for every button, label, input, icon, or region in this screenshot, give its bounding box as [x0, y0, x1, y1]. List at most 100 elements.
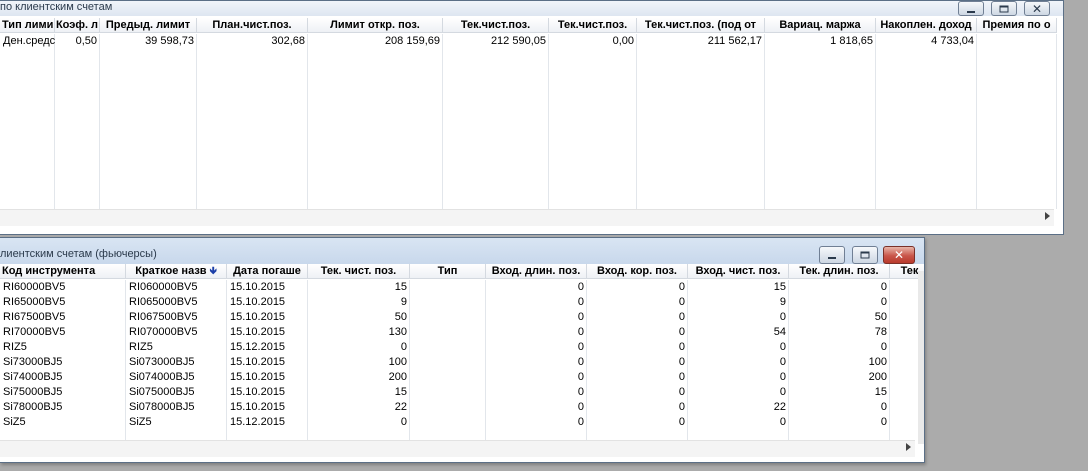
horizontal-scrollbar[interactable] — [0, 209, 1054, 226]
table-cell: 100 — [868, 356, 887, 368]
win1-column-header[interactable]: Премия по о — [977, 18, 1057, 33]
win2-column-header[interactable]: Краткое назв 🡻 — [126, 264, 227, 279]
table-cell: SiZ5 — [3, 416, 26, 428]
table-cell: Si75000BJ5 — [3, 386, 63, 398]
win1-column-header[interactable]: План.чист.поз. — [197, 18, 308, 33]
table-cell: 0 — [678, 416, 685, 428]
maximize-button[interactable] — [991, 1, 1017, 16]
close-icon: ✕ — [893, 248, 905, 262]
column-header-label: Вход. кор. поз. — [597, 265, 677, 277]
win2-column-header[interactable]: Тек. чист. поз. — [308, 264, 410, 279]
table-cell: 0 — [880, 281, 887, 293]
close-button[interactable]: ✕ — [883, 246, 915, 264]
table-cell — [410, 400, 486, 415]
column-divider — [636, 34, 637, 209]
table-cell: 0 — [577, 386, 584, 398]
table-cell: 9 — [400, 296, 407, 308]
account-limits-titlebar[interactable]: по клиентским счетам ✕ — [0, 1, 1063, 16]
minimize-icon — [967, 10, 975, 13]
win2-column-header[interactable]: Тек. длин. поз. — [789, 264, 890, 279]
table-cell: 50 — [394, 311, 407, 323]
win2-column-header[interactable]: Тип — [410, 264, 486, 279]
horizontal-scrollbar[interactable] — [0, 440, 915, 457]
table-cell: 15.10.2015 — [230, 311, 286, 323]
table-cell — [410, 415, 486, 430]
win2-column-header[interactable]: Код инструмента — [0, 264, 126, 279]
win1-column-header[interactable]: Лимит откр. поз. — [308, 18, 443, 33]
column-header-label: Вариац. маржа — [779, 19, 861, 31]
table-cell: 15 — [394, 281, 407, 293]
table-cell — [410, 325, 486, 340]
table-cell: 54 — [773, 326, 786, 338]
scroll-right-icon[interactable] — [906, 443, 911, 451]
column-header-label: Лимит откр. поз. — [330, 19, 420, 31]
win2-column-header[interactable]: Вход. длин. поз. — [486, 264, 587, 279]
table-cell: 9 — [779, 296, 786, 308]
win2-column-header[interactable]: Дата погаше — [227, 264, 308, 279]
win1-column-header[interactable]: Тек.чист.поз. — [549, 18, 637, 33]
table-cell: RIZ5 — [3, 341, 27, 353]
win1-column-header[interactable]: Накоплен. доход — [876, 18, 977, 33]
win1-column-header[interactable]: Тип лими — [0, 18, 55, 33]
column-header-label: Тек.чист.поз. — [557, 19, 628, 31]
table-cell — [410, 280, 486, 295]
column-header-label: План.чист.поз. — [212, 19, 292, 31]
table-cell: 15.10.2015 — [230, 356, 286, 368]
table-cell: Si78000BJ5 — [3, 401, 63, 413]
win1-column-header[interactable]: Предыд. лимит — [100, 18, 197, 33]
table-cell: 0 — [678, 401, 685, 413]
table-cell — [410, 340, 486, 355]
table-cell: 0 — [880, 296, 887, 308]
close-button[interactable]: ✕ — [1024, 1, 1050, 16]
table-cell: 0 — [400, 341, 407, 353]
table-cell: 208 159,69 — [384, 35, 440, 47]
scroll-right-icon[interactable] — [1045, 212, 1050, 220]
column-header-label: Тип — [437, 265, 458, 277]
column-divider — [54, 34, 55, 209]
table-cell: 211 562,17 — [707, 35, 762, 47]
column-header-label: Предыд. лимит — [105, 19, 191, 31]
table-cell: 0 — [880, 416, 887, 428]
table-cell: 0 — [577, 341, 584, 353]
minimize-button[interactable] — [819, 246, 845, 264]
win2-column-header[interactable]: Вход. кор. поз. — [587, 264, 688, 279]
table-cell: 22 — [394, 401, 407, 413]
win1-column-header[interactable]: Тек.чист.поз. — [443, 18, 549, 33]
table-cell: RI70000BV5 — [3, 326, 66, 338]
table-cell: 15.10.2015 — [230, 296, 286, 308]
table-cell — [410, 295, 486, 310]
column-header-label: Тек.чист.поз. — [460, 19, 531, 31]
table-cell: 0 — [577, 326, 584, 338]
table-cell: Ден.средст — [3, 35, 55, 47]
maximize-button[interactable] — [852, 246, 878, 264]
vertical-scrollbar[interactable] — [918, 271, 924, 444]
column-divider — [99, 34, 100, 209]
account-limits-window: по клиентским счетам ✕ Тип лими Коэф. л Пр… — [0, 0, 1064, 235]
column-divider — [442, 34, 443, 209]
table-cell: 15.10.2015 — [230, 371, 286, 383]
table-cell — [410, 385, 486, 400]
column-divider — [307, 34, 308, 209]
win2-column-header[interactable]: Вход. чист. поз. — [688, 264, 789, 279]
minimize-button[interactable] — [958, 1, 984, 16]
table-cell: 78 — [874, 326, 887, 338]
table-cell: 0 — [779, 416, 786, 428]
minimize-icon — [828, 257, 836, 259]
table-cell: 15.10.2015 — [230, 281, 286, 293]
table-cell: 0 — [678, 326, 685, 338]
table-cell: Si74000BJ5 — [3, 371, 63, 383]
table-cell: RI60000BV5 — [3, 281, 66, 293]
table-cell: 15.10.2015 — [230, 326, 286, 338]
table-cell: 15.12.2015 — [230, 341, 286, 353]
column-header-label: Тип лими — [2, 19, 54, 31]
table-cell — [410, 355, 486, 370]
table-cell: 0 — [577, 416, 584, 428]
win1-column-header[interactable]: Тек.чист.поз. (под от — [637, 18, 765, 33]
win1-column-header[interactable]: Коэф. л — [55, 18, 100, 33]
table-cell: 1 818,65 — [830, 35, 873, 47]
column-header-label: Вход. длин. поз. — [491, 265, 581, 277]
table-cell: RI060000BV5 — [129, 281, 198, 293]
column-header-label: Тек. длин. поз. — [799, 265, 879, 277]
table-cell: 22 — [773, 401, 786, 413]
win1-column-header[interactable]: Вариац. маржа — [765, 18, 876, 33]
